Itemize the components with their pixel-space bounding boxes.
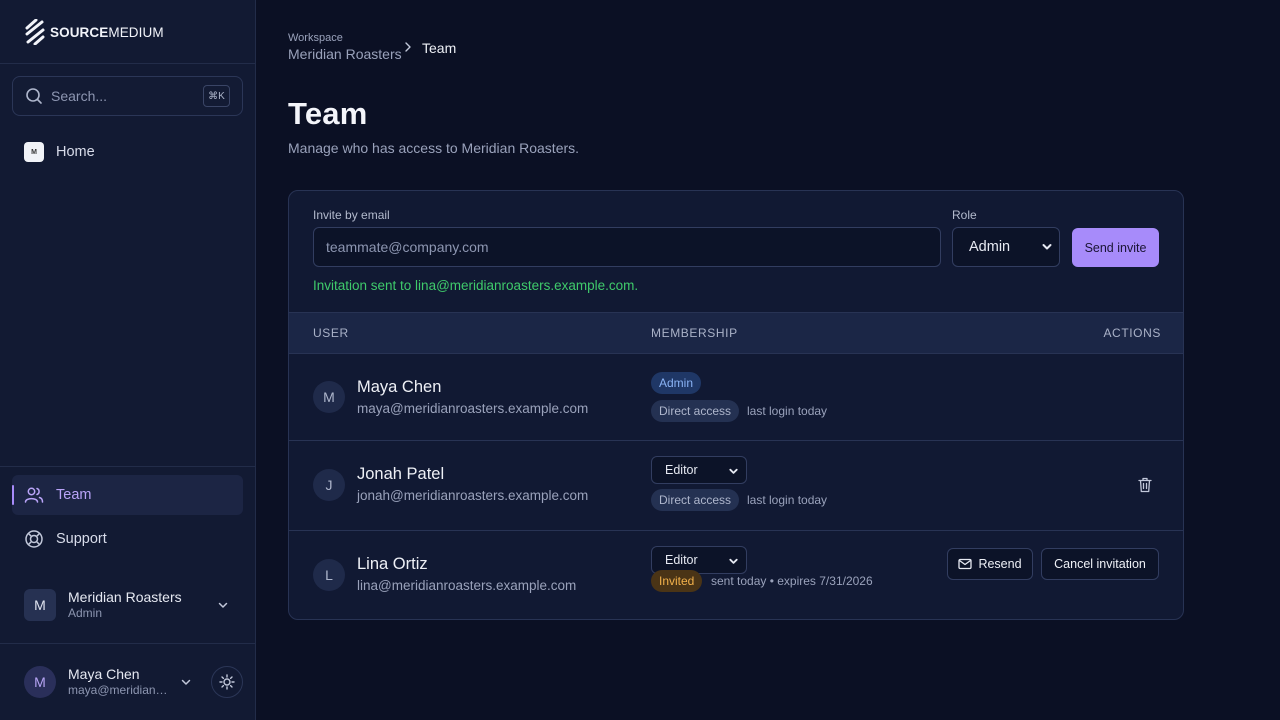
cancel-invitation-button[interactable]: Cancel invitation [1041, 548, 1159, 580]
breadcrumb-section: Workspace [288, 32, 343, 44]
mail-icon [958, 558, 973, 570]
role-badge: Admin [651, 372, 702, 394]
sidebar-divider [0, 643, 256, 644]
org-role: Admin [68, 606, 103, 620]
theme-toggle-button[interactable] [211, 666, 243, 698]
column-header-actions: ACTIONS [1103, 326, 1161, 340]
avatar: M [24, 666, 56, 698]
chevron-down-icon [218, 602, 228, 608]
org-switcher[interactable]: M Meridian Roasters Admin [12, 581, 243, 629]
table-header: USER MEMBERSHIP ACTIONS [289, 312, 1183, 354]
last-login-text: last login today [747, 404, 828, 418]
sidebar-item-label: Support [56, 531, 107, 547]
access-badge: Direct access [651, 400, 740, 422]
breadcrumb-current: Team [422, 40, 457, 56]
invitation-expiry-text: sent today • expires 7/31/2026 [711, 574, 873, 588]
brand-name: SOURCEMEDIUM [50, 24, 164, 40]
table-row: M Maya Chen maya@meridianroasters.exampl… [289, 354, 1183, 441]
sidebar-item-home[interactable]: M Home [12, 132, 243, 172]
role-select[interactable]: Admin [952, 227, 1060, 267]
brand-logo[interactable]: SOURCEMEDIUM [24, 19, 164, 45]
sidebar-item-label: Team [56, 487, 92, 503]
page-title: Team [288, 96, 368, 131]
access-badge: Direct access [651, 489, 740, 511]
chevron-down-icon [1042, 244, 1052, 250]
sidebar-divider [0, 466, 256, 467]
last-login-text: last login today [747, 493, 828, 507]
member-name: Maya Chen [357, 378, 442, 396]
org-name: Meridian Roasters [68, 589, 182, 605]
avatar: M [313, 381, 345, 413]
table-row: L Lina Ortiz lina@meridianroasters.examp… [289, 531, 1183, 619]
sidebar-item-label: Home [56, 144, 95, 160]
search-shortcut: ⌘K [203, 85, 230, 107]
member-role-select[interactable]: Editor [651, 456, 747, 484]
role-select-value: Admin [969, 239, 1011, 255]
breadcrumb-workspace-link[interactable]: Meridian Roasters [288, 45, 402, 63]
chevron-right-icon [405, 42, 411, 52]
avatar: L [313, 559, 345, 591]
users-icon [24, 487, 44, 503]
sidebar-item-support[interactable]: Support [12, 519, 243, 559]
member-email: lina@meridianroasters.example.com [357, 578, 577, 593]
chevron-down-icon [181, 679, 191, 685]
member-email: jonah@meridianroasters.example.com [357, 488, 589, 503]
search-input[interactable]: Search... ⌘K [12, 76, 243, 116]
user-name: Maya Chen [68, 666, 140, 682]
column-header-user: USER [313, 326, 349, 340]
member-name: Jonah Patel [357, 465, 445, 483]
trash-icon[interactable] [1138, 477, 1152, 493]
chevron-down-icon [729, 558, 738, 564]
home-workspace-icon: M [24, 142, 44, 162]
team-card: Invite by email teammate@company.com Rol… [288, 190, 1184, 620]
sun-icon [219, 674, 235, 690]
search-icon [26, 88, 42, 104]
member-role-value: Editor [665, 463, 698, 477]
invite-email-placeholder: teammate@company.com [326, 239, 489, 255]
send-invite-button[interactable]: Send invite [1072, 228, 1159, 267]
sidebar: SOURCEMEDIUM Search... ⌘K M Home Team Su… [0, 0, 256, 720]
member-email: maya@meridianroasters.example.com [357, 401, 589, 416]
avatar: J [313, 469, 345, 501]
resend-button[interactable]: Resend [947, 548, 1033, 580]
invite-email-field[interactable]: teammate@company.com [313, 227, 941, 267]
column-header-membership: MEMBERSHIP [651, 326, 738, 340]
breadcrumb: Workspace Meridian Roasters [288, 31, 402, 63]
resend-label: Resend [978, 557, 1022, 571]
org-avatar: M [24, 589, 56, 621]
user-email: maya@meridianroasters.example.com [68, 683, 168, 697]
chevron-down-icon [729, 468, 738, 474]
role-label: Role [952, 208, 977, 222]
invite-email-label: Invite by email [313, 208, 390, 222]
logo-icon [25, 19, 45, 45]
page-subtitle: Manage who has access to Meridian Roaste… [288, 140, 580, 156]
invite-success-message: Invitation sent to lina@meridianroasters… [313, 278, 639, 293]
user-menu[interactable]: M Maya Chen maya@meridianroasters.exampl… [12, 660, 243, 704]
sidebar-item-team[interactable]: Team [12, 475, 243, 515]
invited-status-badge: Invited [651, 570, 703, 592]
table-row: J Jonah Patel jonah@meridianroasters.exa… [289, 441, 1183, 531]
sidebar-divider [0, 63, 256, 64]
member-role-value: Editor [665, 553, 698, 567]
lifebuoy-icon [25, 530, 43, 548]
member-name: Lina Ortiz [357, 555, 428, 573]
search-placeholder: Search... [51, 88, 108, 104]
